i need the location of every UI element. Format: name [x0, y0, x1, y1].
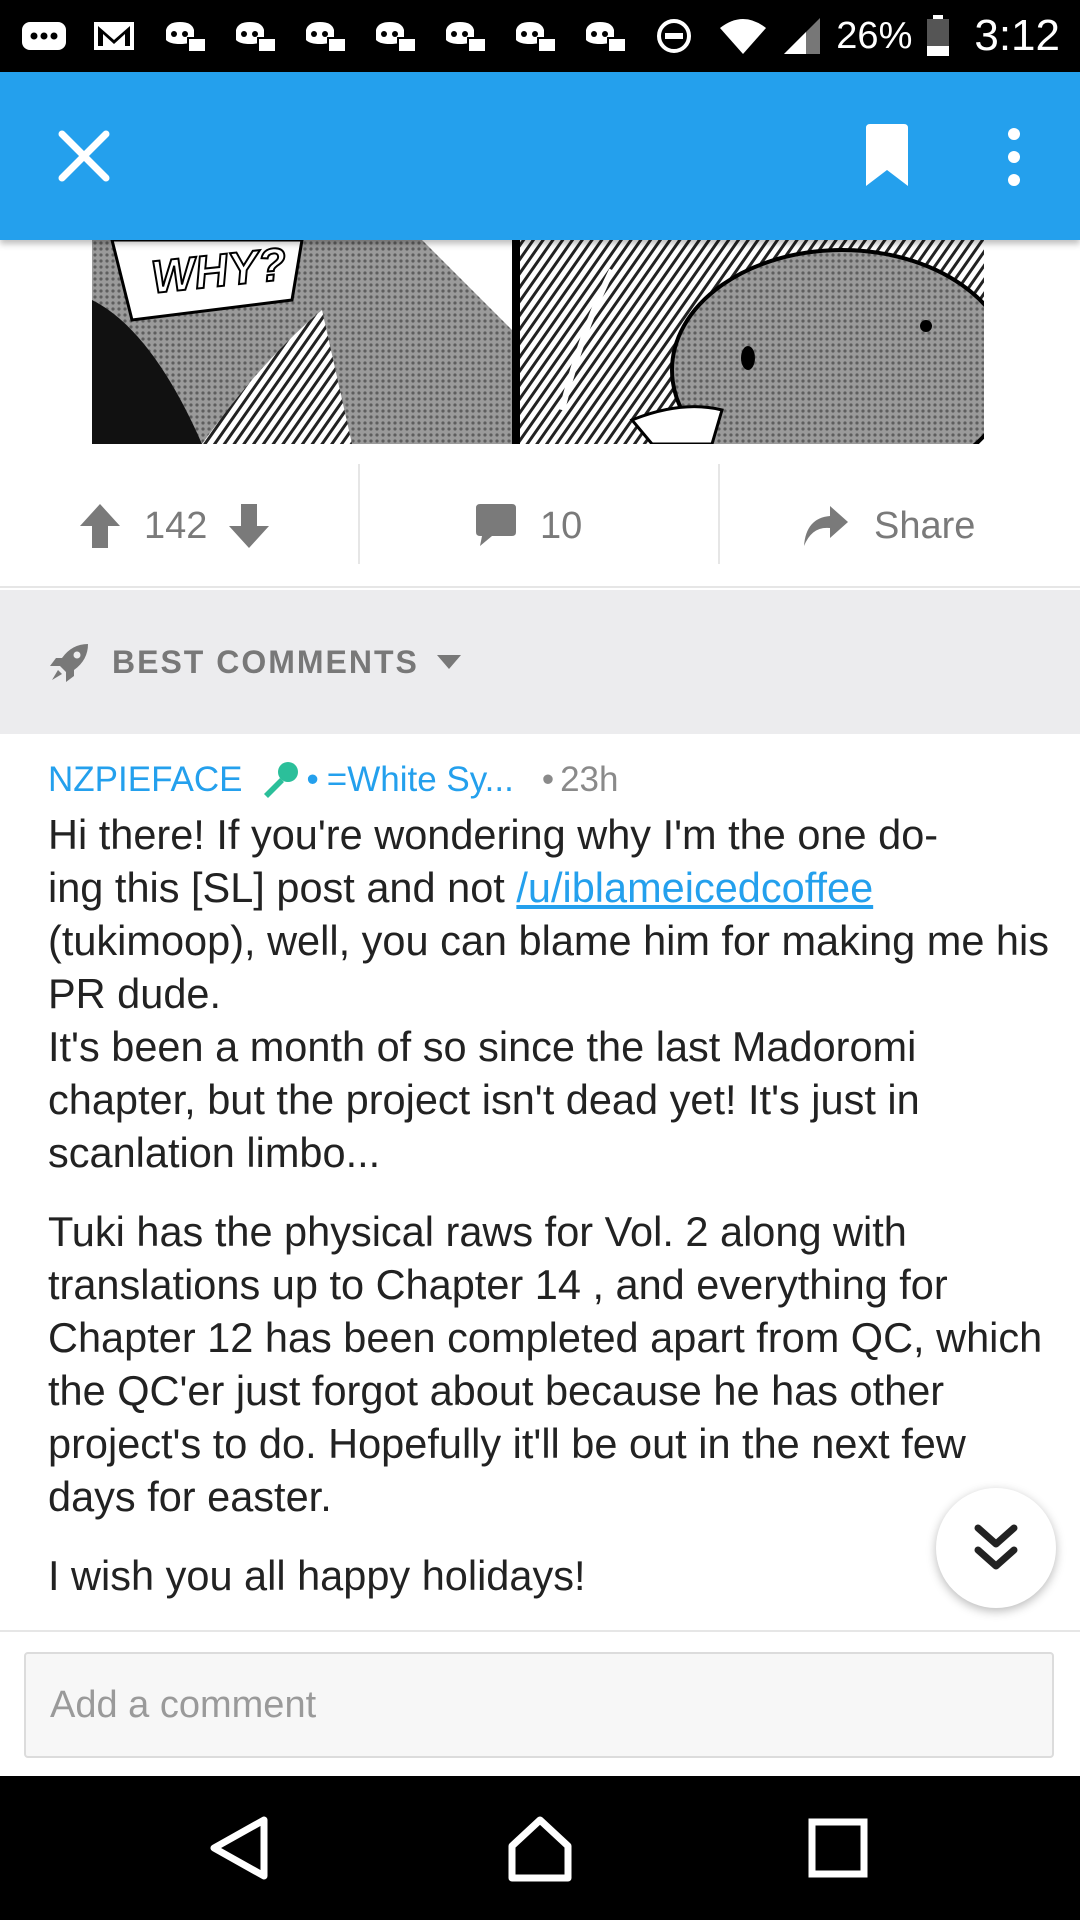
user-link[interactable]: /u/iblameicedcoffee [516, 864, 873, 911]
post-actions: 142 10 Share [0, 464, 1080, 588]
downvote-icon[interactable] [227, 502, 271, 550]
comment-text: Hi there! If you're wondering why I'm th… [48, 811, 939, 858]
sort-label: BEST COMMENTS [112, 643, 419, 680]
discord-icon [166, 22, 207, 53]
caret-down-icon [436, 655, 461, 669]
discord-icon [446, 22, 487, 53]
close-icon[interactable] [54, 126, 114, 186]
comment-text: It's been a month of so since the last M… [48, 1023, 920, 1176]
divider [358, 464, 360, 564]
chevrons-down-icon [974, 1524, 1018, 1570]
manga-panel-art: WHY? [92, 240, 990, 444]
comment-time: 23h [560, 760, 619, 799]
comment-author[interactable]: NZPIEFACE [48, 760, 242, 800]
share-label: Share [874, 504, 976, 547]
comment-sort-bar[interactable]: BEST COMMENTS [0, 590, 1080, 734]
divider [718, 464, 720, 564]
vote-group: 142 [78, 464, 271, 588]
share-button[interactable]: Share [800, 464, 975, 588]
battery-icon [927, 15, 950, 56]
post-image[interactable]: WHY? [92, 240, 990, 444]
comment-text: ing this [SL] post and not [48, 864, 517, 911]
do-not-disturb-icon [657, 19, 691, 53]
back-icon[interactable] [204, 1812, 276, 1884]
messages-icon [22, 22, 66, 50]
comment-paragraph: Hi there! If you're wondering why I'm th… [48, 808, 1052, 1179]
comments-button[interactable]: 10 [474, 464, 582, 588]
comment: NZPIEFACE • =White Sy... • 23h Hi there!… [0, 734, 1080, 1630]
jump-to-next-comment-button[interactable] [936, 1488, 1056, 1608]
discord-icon [586, 22, 627, 53]
user-flair: =White Sy... [326, 760, 514, 799]
home-icon[interactable] [504, 1812, 576, 1884]
comment-meta: NZPIEFACE • =White Sy... • 23h [48, 760, 618, 800]
more-vertical-icon[interactable] [1002, 126, 1026, 188]
score: 142 [144, 504, 208, 547]
comment-paragraph: Tuki has the physical raws for Vol. 2 al… [48, 1208, 1043, 1520]
comment-icon [476, 504, 516, 546]
add-comment-input[interactable]: Add a comment [24, 1652, 1054, 1758]
time-separator: • [541, 760, 555, 799]
signal-icon [784, 18, 821, 54]
status-bar: 26% 3:12 [0, 0, 1080, 72]
add-comment-bar: Add a comment [0, 1630, 1080, 1776]
battery-percent: 26% [836, 14, 913, 57]
system-nav-bar [0, 1776, 1080, 1920]
upvote-icon[interactable] [78, 502, 122, 550]
comment-body: Hi there! If you're wondering why I'm th… [48, 808, 1052, 1602]
share-icon [804, 506, 848, 546]
wifi-icon [720, 19, 767, 54]
discord-icon [306, 22, 347, 53]
comment-text: (tukimoop), well, you can blame him for … [48, 917, 1049, 1017]
discord-icon [376, 22, 417, 53]
rocket-icon [50, 644, 88, 682]
app-bar [0, 72, 1080, 240]
discord-icon [516, 22, 557, 53]
comment-paragraph: I wish you all happy holidays! [48, 1552, 586, 1599]
discord-icon [236, 22, 277, 53]
flair-separator: • [306, 760, 319, 799]
comment-count: 10 [540, 504, 583, 547]
bookmark-icon[interactable] [862, 124, 912, 188]
system-status: 26% 3:12 [718, 11, 1060, 61]
clock: 3:12 [974, 11, 1060, 60]
notification-icons [20, 18, 698, 54]
screen: 26% 3:12 WHY? 142 10 Share BEST COMMENTS… [0, 0, 1080, 1920]
recents-icon[interactable] [802, 1812, 874, 1884]
gmail-icon [94, 22, 134, 50]
microphone-icon [264, 762, 299, 798]
